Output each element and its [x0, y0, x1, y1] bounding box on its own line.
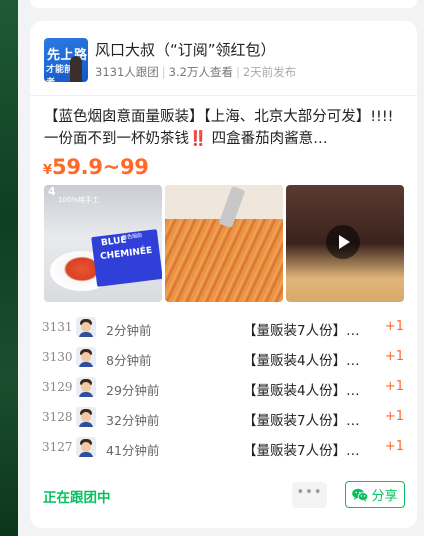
order-list: 3131 2分钟前 【量贩装7人份】… +1 3130 8分钟前 【量贩装4人份… [30, 314, 417, 464]
share-label: 分享 [371, 489, 398, 504]
avatar-person-figure [70, 56, 82, 82]
order-time: 32分钟前 [106, 413, 160, 428]
order-number: 3130 [42, 350, 73, 364]
buyer-avatar [76, 377, 96, 397]
buyer-avatar [76, 437, 96, 457]
order-time: 8分钟前 [106, 353, 152, 368]
order-number: 3128 [42, 410, 73, 424]
order-quantity: +1 [384, 409, 404, 424]
poster-meta: 3131人跟团 | 3.2万人查看 | 2天前发布 [95, 63, 296, 81]
order-item: 【量贩装7人份】… [243, 443, 360, 459]
photo-overlay-text: 100%纯手工 [58, 196, 100, 204]
background-right [418, 0, 424, 536]
price-amount: 59.9~99 [52, 155, 149, 179]
buyer-avatar [76, 407, 96, 427]
previous-card-edge [30, 0, 417, 8]
order-time: 2分钟前 [106, 323, 152, 338]
header-divider [30, 95, 417, 96]
product-photo-packaging[interactable]: 4 100%纯手工 BLUE CHEMINÉE 蓝色烟囱 [44, 185, 162, 302]
view-count: 3.2万人查看 [168, 65, 233, 79]
order-row[interactable]: 3130 8分钟前 【量贩装4人份】… +1 [30, 344, 417, 374]
follower-count: 3131人跟团 [95, 65, 159, 79]
order-number: 3131 [42, 320, 73, 334]
product-description[interactable]: 【蓝色烟囱意面量贩装】【上海、北京大部分可发】!!!! 一份面不到一杯奶茶钱‼️… [44, 106, 402, 150]
order-quantity: +1 [384, 379, 404, 394]
product-price: ¥59.9~99 [43, 155, 149, 179]
product-photo-spaghetti[interactable] [165, 185, 283, 302]
order-quantity: +1 [384, 439, 404, 454]
following-status[interactable]: 正在跟团中 [43, 486, 111, 506]
poster-avatar[interactable]: 先上路 才能前行者 [44, 38, 88, 82]
share-button[interactable]: 分享 [345, 481, 405, 508]
order-time: 29分钟前 [106, 383, 160, 398]
order-quantity: +1 [384, 319, 404, 334]
order-number: 3127 [42, 440, 73, 454]
more-icon[interactable]: ••• [292, 482, 327, 508]
wechat-icon [352, 488, 369, 502]
order-item: 【量贩装4人份】… [243, 353, 360, 369]
order-item: 【量贩装7人份】… [243, 323, 360, 339]
price-currency: ¥ [43, 163, 53, 178]
post-time: 2天前发布 [242, 65, 297, 79]
meta-separator: | [235, 65, 240, 79]
order-item: 【量贩装4人份】… [243, 383, 360, 399]
order-number: 3129 [42, 380, 73, 394]
group-buy-card[interactable]: 先上路 才能前行者 风口大叔（“订阅”领红包） 3131人跟团|3.2万人查看|… [30, 21, 417, 528]
order-row[interactable]: 3127 41分钟前 【量贩装7人份】… +1 [30, 434, 417, 464]
order-item: 【量贩装7人份】… [243, 413, 360, 429]
photo-overlay-text: 4 [48, 185, 56, 198]
meta-separator: | [161, 65, 166, 79]
product-video-thumbnail[interactable] [286, 185, 404, 302]
order-time: 41分钟前 [106, 443, 160, 458]
buyer-avatar [76, 347, 96, 367]
order-quantity: +1 [384, 349, 404, 364]
poster-name[interactable]: 风口大叔（“订阅”领红包） [95, 40, 296, 60]
order-row[interactable]: 3128 32分钟前 【量贩装7人份】… +1 [30, 404, 417, 434]
order-row[interactable]: 3131 2分钟前 【量贩装7人份】… +1 [30, 314, 417, 344]
play-icon[interactable] [326, 225, 360, 259]
poster-info: 风口大叔（“订阅”领红包） 3131人跟团 | 3.2万人查看 | 2天前发布 [95, 38, 296, 84]
product-photos: 4 100%纯手工 BLUE CHEMINÉE 蓝色烟囱 [44, 185, 404, 302]
buyer-avatar [76, 317, 96, 337]
order-row[interactable]: 3129 29分钟前 【量贩装4人份】… +1 [30, 374, 417, 404]
background-left [0, 0, 18, 536]
poster-header[interactable]: 先上路 才能前行者 风口大叔（“订阅”领红包） 3131人跟团|3.2万人查看|… [44, 38, 403, 84]
